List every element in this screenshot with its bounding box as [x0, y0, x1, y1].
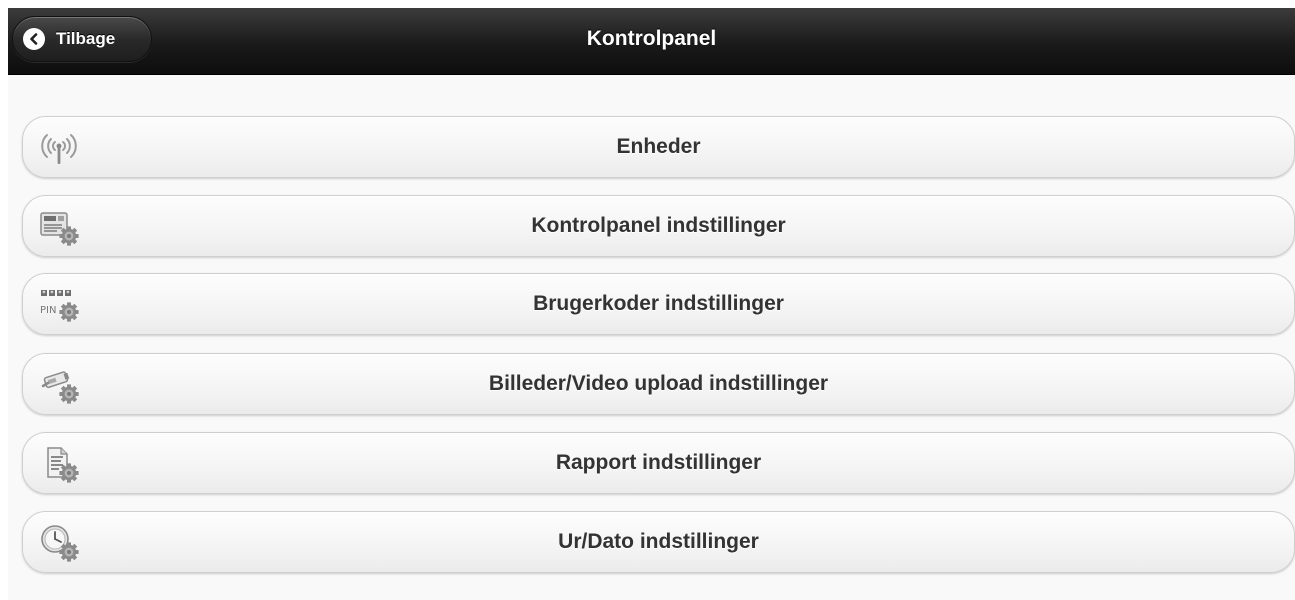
menu-item-kontrolpanel-indstillinger[interactable]: Kontrolpanel indstillinger — [22, 195, 1295, 257]
menu-item-label: Enheder — [616, 135, 701, 158]
menu-item-label: Billeder/Video upload indstillinger — [488, 372, 829, 395]
page-title: Kontrolpanel — [586, 27, 717, 50]
menu-item-billeder-video-upload-indstillinger[interactable]: Billeder/Video upload indstillinger — [22, 353, 1295, 415]
menu-item-label: Ur/Dato indstillinger — [558, 530, 759, 553]
menu-item-enheder[interactable]: Enheder — [22, 116, 1295, 178]
menu-item-label: Rapport indstillinger — [555, 451, 762, 474]
menu-item-label: Kontrolpanel indstillinger — [531, 214, 786, 237]
menu-item-label: Brugerkoder indstillinger — [533, 292, 784, 315]
menu-item-ur-dato-indstillinger[interactable]: Ur/Dato indstillinger — [22, 511, 1295, 573]
header-bar: Tilbage Kontrolpanel — [8, 8, 1295, 75]
menu-item-rapport-indstillinger[interactable]: Rapport indstillinger — [22, 432, 1295, 494]
settings-menu: Enheder Kontrolpanel indstillinger * * *… — [8, 75, 1295, 600]
menu-item-brugerkoder-indstillinger[interactable]: * * * * PIN Brugerkoder indstillinger — [22, 273, 1295, 335]
app-frame: Tilbage Kontrolpanel Enheder Kontrolpane… — [0, 0, 1295, 600]
